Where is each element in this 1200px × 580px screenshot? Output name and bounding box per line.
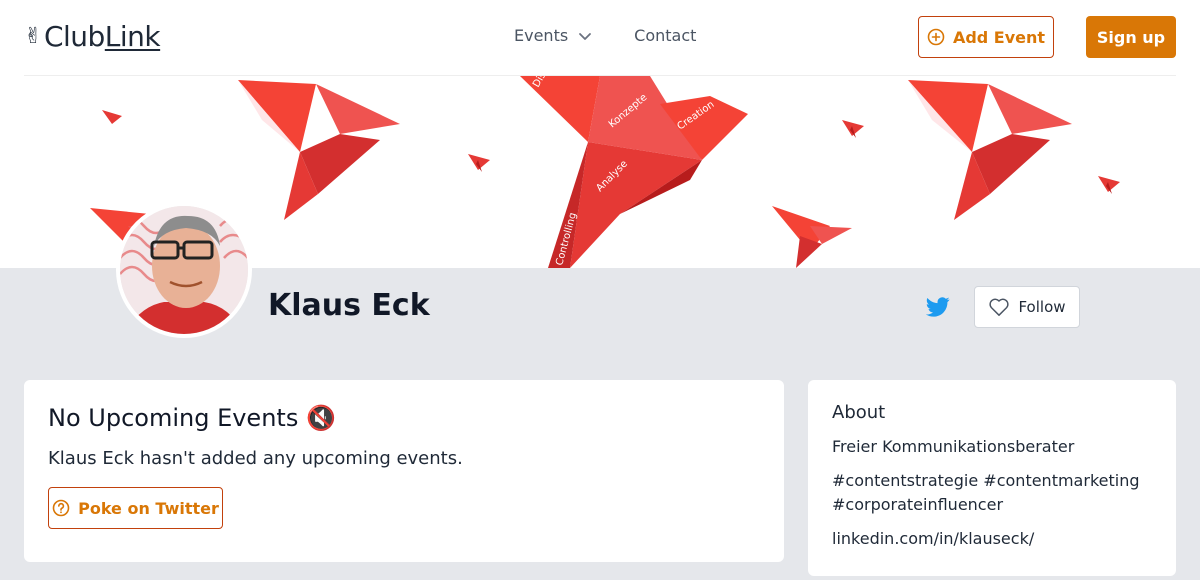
about-linkedin-link[interactable]: linkedin.com/in/klauseck/ <box>832 527 1152 551</box>
twitter-icon[interactable] <box>926 296 950 318</box>
poke-label: Poke on Twitter <box>78 498 219 518</box>
small-bird <box>1098 176 1120 194</box>
logo-text-link: Link <box>104 20 161 53</box>
origami-bird <box>238 80 400 220</box>
events-heading: No Upcoming Events 🔇 <box>48 404 760 432</box>
add-event-label: Add Event <box>952 27 1046 47</box>
victory-hand-icon: ✌ <box>24 24 42 49</box>
nav-contact-link[interactable]: Contact <box>634 26 696 45</box>
follow-label: Follow <box>1018 298 1066 316</box>
logo-text-club: Club <box>43 20 105 53</box>
plus-circle-icon <box>927 28 945 46</box>
poke-on-twitter-button[interactable]: Poke on Twitter <box>48 487 223 529</box>
about-hashtags: #contentstrategie #contentmarketing #cor… <box>832 471 1140 514</box>
profile-name: Klaus Eck <box>268 288 430 323</box>
add-event-button[interactable]: Add Event <box>918 16 1054 58</box>
chevron-down-icon <box>579 32 592 40</box>
about-bio: Freier Kommunikationsberater <box>832 437 1075 456</box>
muted-speaker-icon: 🔇 <box>306 404 337 432</box>
nav-events-label: Events <box>514 26 569 45</box>
main-nav: Events Contact <box>514 26 696 45</box>
origami-bird <box>908 80 1072 220</box>
nav-contact-label: Contact <box>634 26 697 45</box>
profile-avatar <box>116 202 252 338</box>
avatar-photo <box>120 206 248 334</box>
about-card: About Freier Kommunikationsberater #cont… <box>808 380 1176 576</box>
sign-up-button[interactable]: Sign up <box>1086 16 1176 58</box>
events-title: No Upcoming Events <box>48 404 299 432</box>
top-navbar: ✌ Club Link Events Contact Add Event Sig… <box>0 0 1200 76</box>
central-origami-bird: Dist Konzepte Creation Analyse Controlli… <box>520 76 748 268</box>
sign-up-label: Sign up <box>1096 27 1166 47</box>
small-bird <box>842 120 864 138</box>
upcoming-events-card: No Upcoming Events 🔇 Klaus Eck hasn't ad… <box>24 380 784 562</box>
question-circle-icon <box>52 499 70 517</box>
heart-icon <box>989 298 1010 316</box>
about-heading: About <box>832 402 886 423</box>
small-bird <box>468 154 490 172</box>
small-bird <box>102 110 122 128</box>
clublink-logo[interactable]: ✌ Club Link <box>24 20 161 53</box>
no-events-message: Klaus Eck hasn't added any upcoming even… <box>48 448 463 469</box>
follow-button[interactable]: Follow <box>974 286 1080 328</box>
nav-events-dropdown[interactable]: Events <box>514 26 592 45</box>
origami-bird <box>772 206 852 268</box>
